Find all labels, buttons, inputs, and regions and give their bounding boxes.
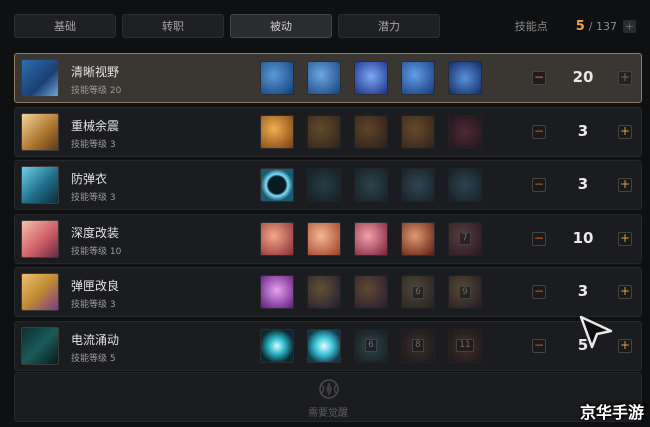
- sub-skill-number: 6: [365, 339, 377, 352]
- sub-skill-icon[interactable]: 8: [401, 328, 435, 363]
- sub-skill-icon[interactable]: [401, 114, 435, 149]
- sub-skill-icons: [260, 61, 495, 95]
- sub-skill-number: 9: [459, 285, 471, 299]
- sub-skill-icons: [260, 114, 495, 149]
- skill-level-value: 10: [572, 228, 594, 247]
- add-points-button[interactable]: +: [623, 19, 636, 33]
- magazine-upgrade-skill-icon: [21, 273, 59, 311]
- skill-level: 技能等级 3: [71, 300, 116, 310]
- sub-skill-icon[interactable]: [354, 61, 388, 95]
- tab-basic[interactable]: 基础: [14, 14, 116, 38]
- sub-skill-icon[interactable]: [307, 114, 341, 149]
- sub-skill-icons: [260, 168, 495, 202]
- skill-row[interactable]: 弹匣改良 技能等级 3 6 9 − 3 +: [14, 267, 642, 317]
- tab-passive[interactable]: 被动: [230, 14, 332, 38]
- sub-skill-icon[interactable]: [307, 328, 341, 363]
- sub-skill-number: 11: [456, 339, 474, 352]
- increase-level-button[interactable]: +: [618, 71, 632, 85]
- sub-skill-icon[interactable]: [260, 168, 294, 202]
- sub-skill-icon[interactable]: [448, 114, 482, 149]
- tab-potential[interactable]: 潜力: [338, 14, 440, 38]
- sub-skill-icon[interactable]: 6: [401, 275, 435, 309]
- increase-level-button[interactable]: +: [618, 231, 632, 246]
- decrease-level-button[interactable]: −: [532, 124, 546, 139]
- skill-row[interactable]: 重械余震 技能等级 3 − 3 +: [14, 106, 642, 157]
- sub-skill-number: 6: [412, 285, 424, 299]
- decrease-level-button[interactable]: −: [532, 338, 546, 353]
- sub-skill-icons: 6 8 11: [260, 328, 495, 363]
- sub-skill-icon[interactable]: [307, 221, 341, 256]
- tab-bar: 基础 转职 被动 潜力 技能点 5 / 137 +: [14, 14, 636, 38]
- decrease-level-button[interactable]: −: [532, 285, 546, 299]
- skill-points-current: 5: [575, 18, 585, 34]
- sub-skill-icon[interactable]: 6: [354, 328, 388, 363]
- sub-skill-icon[interactable]: [307, 168, 341, 202]
- skill-row[interactable]: 防弹衣 技能等级 3 − 3 +: [14, 160, 642, 210]
- skill-row[interactable]: 深度改装 技能等级 10 7 − 10 +: [14, 213, 642, 264]
- skill-name: 防弹衣: [71, 172, 108, 186]
- sub-skill-icon[interactable]: [354, 114, 388, 149]
- sub-skill-number: 8: [412, 339, 424, 352]
- skill-list: 清晰视野 技能等级 20 − 20 + 重械余震 技能等级 3 − 3 + 防弹…: [14, 53, 642, 374]
- sub-skill-icon[interactable]: [260, 328, 294, 363]
- sub-skill-icon[interactable]: [260, 221, 294, 256]
- sub-skill-icon[interactable]: [448, 168, 482, 202]
- deep-modification-skill-icon: [21, 219, 59, 258]
- decrease-level-button[interactable]: −: [532, 231, 546, 246]
- sub-skill-icon[interactable]: [354, 168, 388, 202]
- awakening-emblem-icon: [319, 379, 339, 399]
- skill-points-total: / 137: [588, 19, 617, 33]
- skill-name: 弹匣改良: [71, 279, 120, 293]
- increase-level-button[interactable]: +: [618, 178, 632, 192]
- current-surge-skill-icon: [21, 326, 59, 365]
- sub-skill-icon[interactable]: 11: [448, 328, 482, 363]
- sub-skill-icon[interactable]: 9: [448, 275, 482, 309]
- skill-level-value: 20: [572, 68, 594, 86]
- awakening-slot: 需要觉醒: [14, 372, 642, 422]
- sub-skill-icons: 6 9: [260, 275, 495, 309]
- skill-row[interactable]: 清晰视野 技能等级 20 − 20 +: [14, 53, 642, 103]
- awakening-required-label: 需要觉醒: [308, 408, 348, 419]
- skill-name: 重械余震: [71, 118, 120, 133]
- skill-row[interactable]: 电流涌动 技能等级 5 6 8 11 − 5 +: [14, 320, 642, 371]
- sub-skill-icon[interactable]: [354, 275, 388, 309]
- skill-name: 清晰视野: [71, 65, 120, 79]
- increase-level-button[interactable]: +: [618, 124, 632, 139]
- sub-skill-icon[interactable]: [260, 275, 294, 309]
- skill-name: 深度改装: [71, 225, 120, 240]
- sub-skill-icon[interactable]: [307, 275, 341, 309]
- tab-job-change[interactable]: 转职: [122, 14, 224, 38]
- watermark: 京华手游: [579, 403, 644, 422]
- decrease-level-button[interactable]: −: [532, 71, 546, 85]
- increase-level-button[interactable]: +: [618, 285, 632, 299]
- sub-skill-icon[interactable]: [401, 61, 435, 95]
- sub-skill-icon[interactable]: [401, 168, 435, 202]
- skill-level: 技能等级 3: [71, 139, 116, 150]
- skill-level: 技能等级 10: [71, 246, 122, 257]
- sub-skill-icon[interactable]: [448, 61, 482, 95]
- skill-level: 技能等级 3: [71, 193, 116, 203]
- skill-points: 技能点 5 / 137 +: [515, 14, 636, 38]
- sub-skill-icon[interactable]: [401, 221, 435, 256]
- sub-skill-icons: 7: [260, 221, 495, 256]
- sub-skill-number: 7: [459, 232, 471, 245]
- sub-skill-icon[interactable]: [307, 61, 341, 95]
- sub-skill-icon[interactable]: [354, 221, 388, 256]
- sub-skill-icon[interactable]: [260, 114, 294, 149]
- skill-name: 电流涌动: [71, 332, 120, 347]
- skill-level: 技能等级 20: [71, 86, 122, 96]
- increase-level-button[interactable]: +: [618, 338, 632, 353]
- skill-level-value: 3: [577, 175, 589, 193]
- skill-level-value: 3: [577, 282, 589, 300]
- skill-level: 技能等级 5: [71, 353, 116, 364]
- mouse-pointer-icon: [579, 315, 613, 349]
- heavy-weapon-skill-icon: [21, 112, 59, 151]
- skill-points-label: 技能点: [514, 20, 548, 33]
- skill-level-value: 3: [577, 121, 589, 140]
- body-armor-skill-icon: [21, 166, 59, 204]
- decrease-level-button[interactable]: −: [532, 178, 546, 192]
- sub-skill-icon[interactable]: [260, 61, 294, 95]
- sub-skill-icon[interactable]: 7: [448, 221, 482, 256]
- sniper-skill-icon: [21, 59, 59, 97]
